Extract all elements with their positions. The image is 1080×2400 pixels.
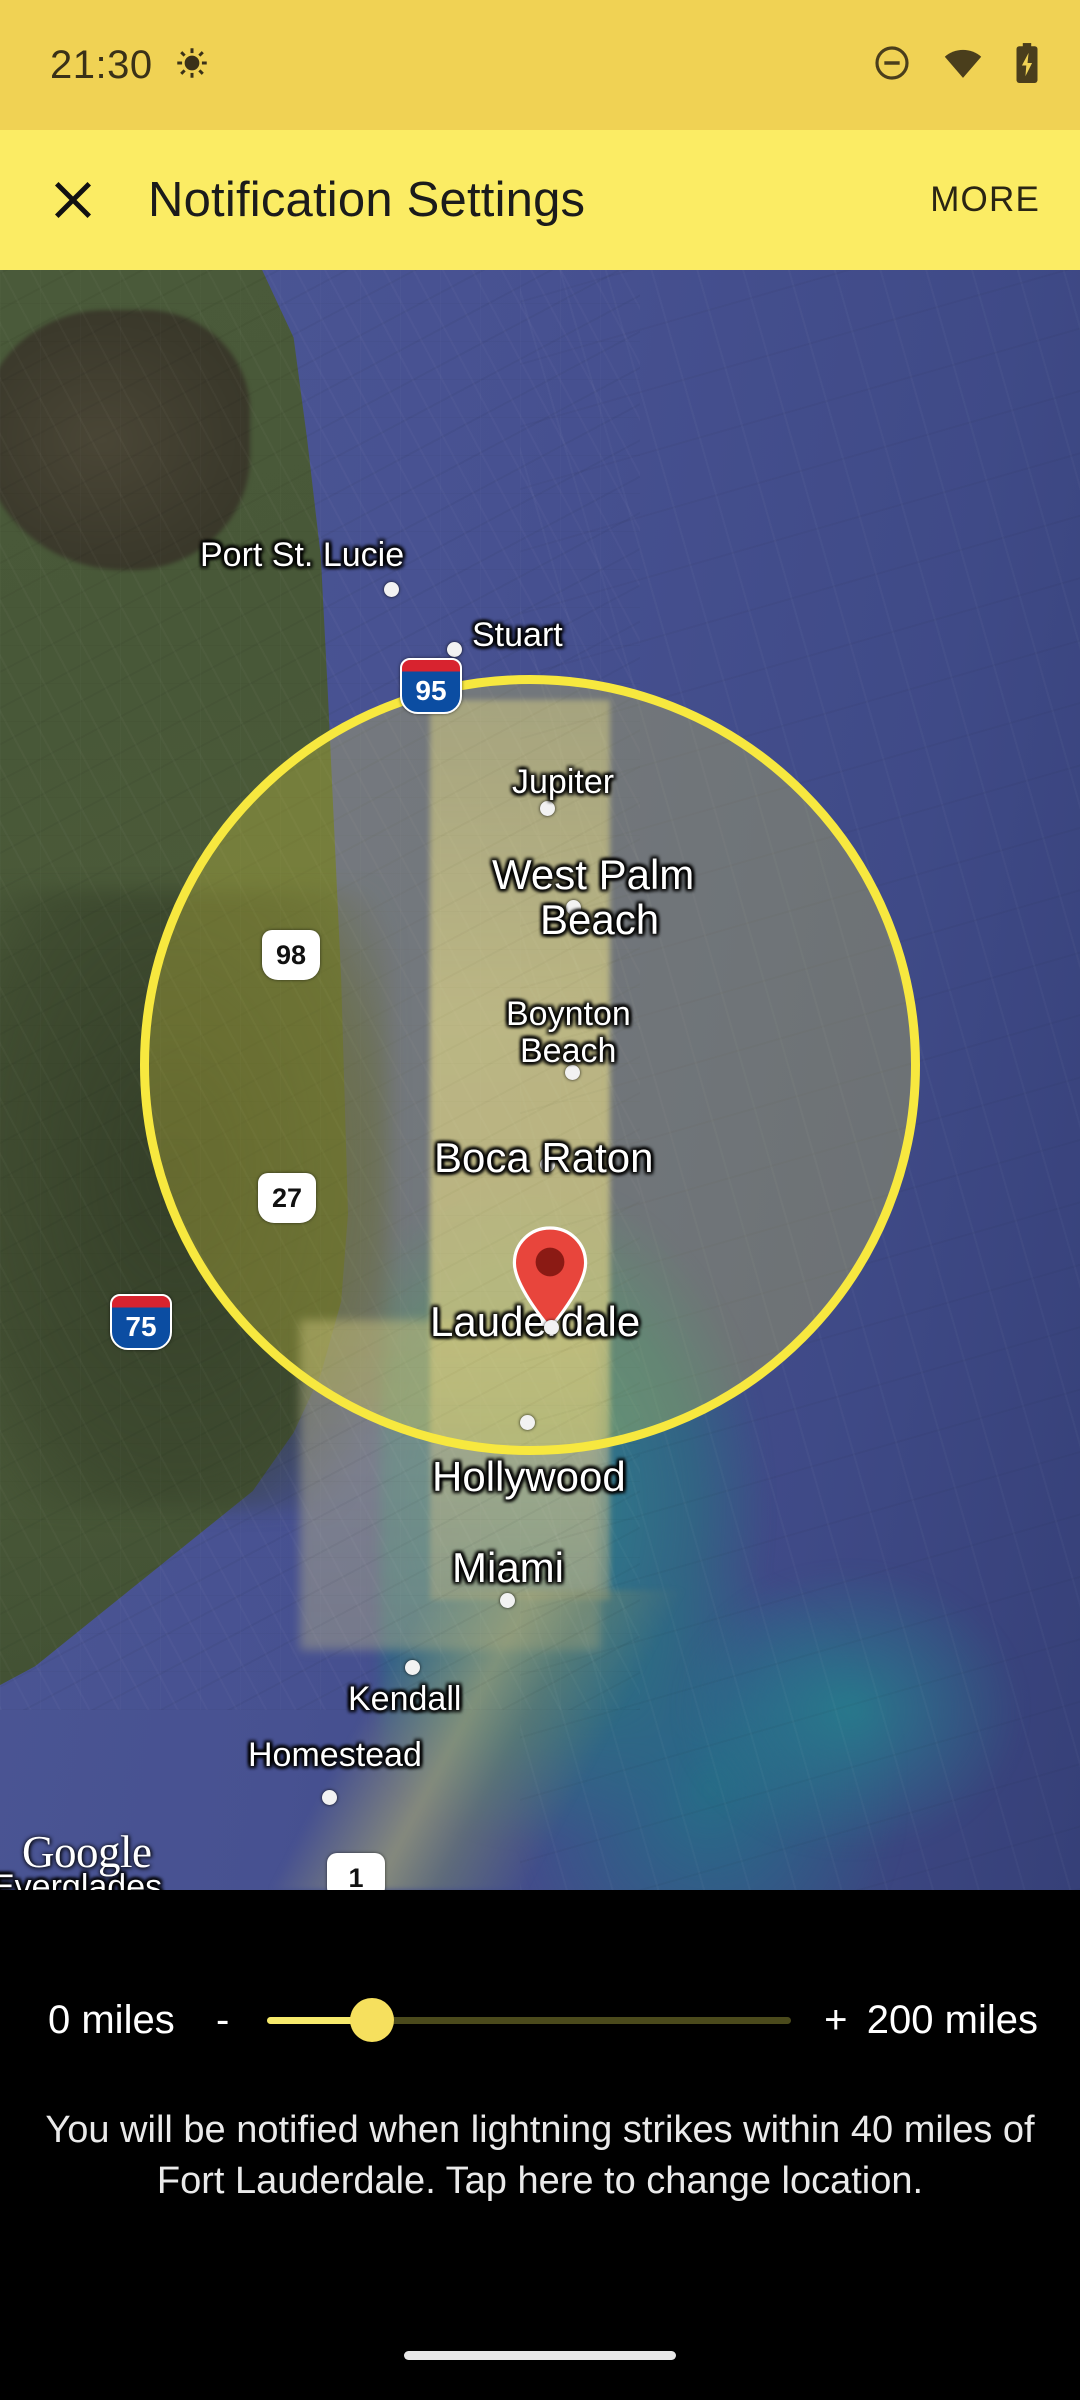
city-dot (566, 900, 581, 915)
app-bar: Notification Settings MORE (0, 130, 1080, 270)
pin-anchor-dot (544, 1320, 559, 1335)
location-pin-icon (512, 1226, 588, 1331)
city-dot (540, 1157, 555, 1172)
city-dot (405, 1660, 420, 1675)
decrease-radius-button[interactable]: - (193, 1998, 253, 2043)
slider-min-label: 0 miles (48, 1997, 175, 2042)
status-bar-right (872, 42, 1040, 89)
notification-radius-circle (140, 675, 920, 1455)
system-navigation-bar (0, 2310, 1080, 2400)
highway-shield-us27: 27 (258, 1173, 316, 1223)
city-dot (540, 801, 555, 816)
slider-thumb[interactable] (349, 1998, 394, 2042)
map-view[interactable]: Port St. Lucie Stuart Jupiter West Palm … (0, 270, 1080, 1890)
close-button[interactable] (18, 130, 128, 270)
page-title: Notification Settings (148, 173, 586, 227)
city-dot (322, 1790, 337, 1805)
city-dot (384, 582, 399, 597)
city-dot (565, 1065, 580, 1080)
slider-row: 0 miles - + 200 miles (0, 1975, 1080, 2065)
more-button[interactable]: MORE (930, 180, 1040, 220)
slider-max-label: 200 miles (866, 1997, 1038, 2042)
phone-screen: 21:30 Notification Settings MORE Port St… (0, 0, 1080, 2400)
home-gesture-pill[interactable] (404, 2350, 676, 2360)
radius-controls-panel: 0 miles - + 200 miles You will be notifi… (0, 1890, 1080, 2400)
status-bar: 21:30 (0, 0, 1080, 130)
wifi-icon (942, 42, 984, 89)
highway-shield-i95: 95 (400, 658, 462, 714)
notification-description[interactable]: You will be notified when lightning stri… (0, 2105, 1080, 2208)
highway-shield-us98: 98 (262, 930, 320, 980)
city-dot (447, 642, 462, 657)
highway-shield-us1: 1 (327, 1853, 385, 1890)
radius-slider[interactable] (266, 1990, 791, 2050)
increase-radius-button[interactable]: + (805, 1998, 867, 2043)
battery-charging-icon (1014, 42, 1040, 89)
status-bar-left: 21:30 (50, 43, 209, 88)
city-dot (520, 1415, 535, 1430)
close-icon (54, 181, 92, 219)
highway-shield-i75: 75 (110, 1294, 172, 1350)
status-bar-clock: 21:30 (50, 42, 153, 87)
app-badge-icon (175, 46, 209, 85)
city-dot (500, 1593, 515, 1608)
google-attribution: Google (22, 1827, 152, 1877)
location-pin[interactable] (510, 1225, 590, 1331)
do-not-disturb-icon (872, 43, 912, 88)
